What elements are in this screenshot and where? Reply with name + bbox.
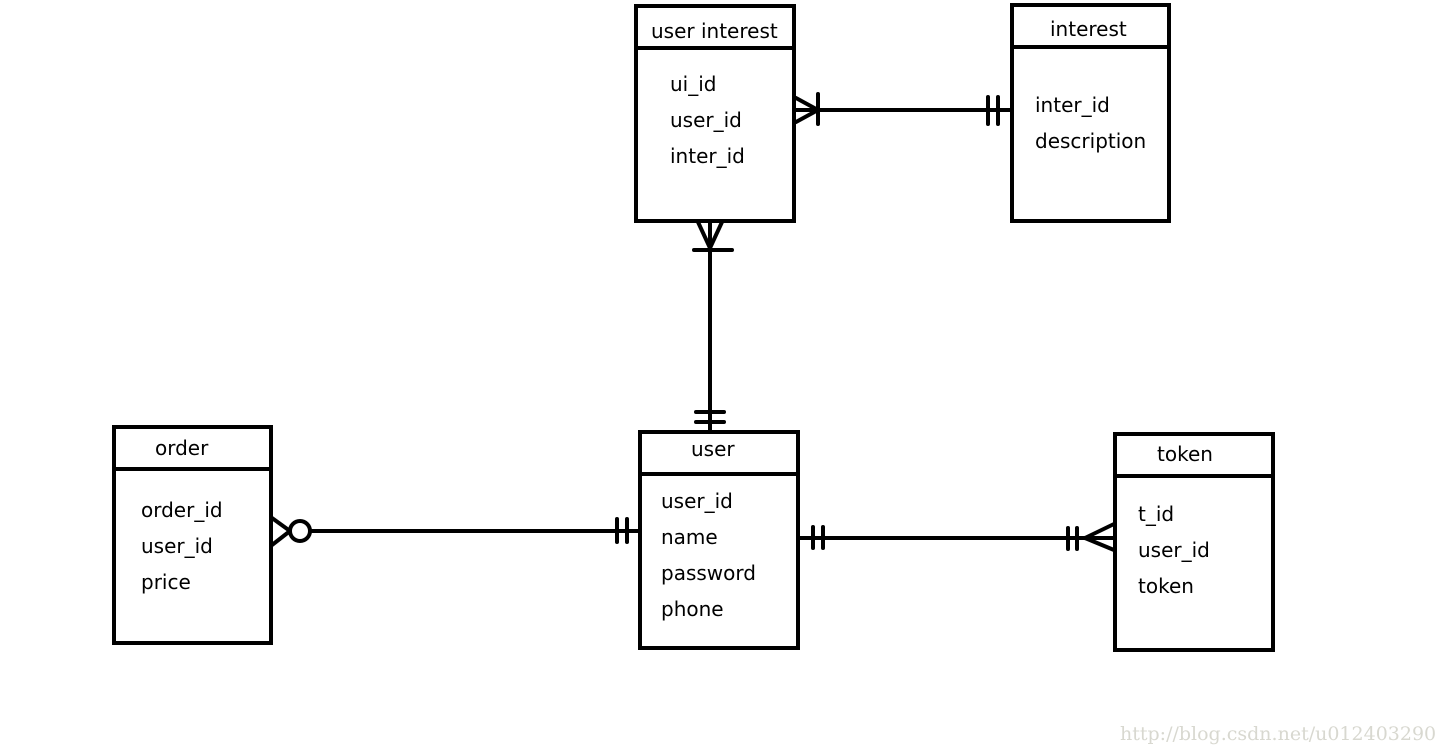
attribute: price xyxy=(141,570,191,594)
attribute: inter_id xyxy=(670,144,745,168)
entity-user-interest[interactable]: user interest ui_id user_id inter_id xyxy=(634,4,796,223)
attribute: t_id xyxy=(1138,502,1174,526)
entity-order[interactable]: order order_id user_id price xyxy=(112,425,273,645)
relationship-user-token xyxy=(798,522,1117,552)
attribute: ui_id xyxy=(670,72,716,96)
entity-title: user xyxy=(691,437,735,461)
attribute: user_id xyxy=(661,489,733,513)
relationship-userinterest-user xyxy=(692,220,734,434)
entity-interest[interactable]: interest inter_id description xyxy=(1010,3,1171,223)
attribute: inter_id xyxy=(1035,93,1110,117)
attribute: name xyxy=(661,525,718,549)
entity-user[interactable]: user user_id name password phone xyxy=(638,430,800,650)
entity-title: token xyxy=(1157,442,1213,466)
attribute: order_id xyxy=(141,498,223,522)
attribute: phone xyxy=(661,597,724,621)
attribute: description xyxy=(1035,129,1146,153)
attribute: user_id xyxy=(141,534,213,558)
relationship-userinterest-interest xyxy=(794,92,1014,126)
entity-title: order xyxy=(155,436,209,460)
relationship-order-user xyxy=(270,516,642,547)
watermark: http://blog.csdn.net/u012403290 xyxy=(1120,723,1436,745)
attribute: user_id xyxy=(1138,538,1210,562)
entity-token[interactable]: token t_id user_id token xyxy=(1113,432,1275,652)
attribute: password xyxy=(661,561,756,585)
entity-title: interest xyxy=(1050,17,1127,41)
attribute: user_id xyxy=(670,108,742,132)
er-diagram: user interest ui_id user_id inter_id int… xyxy=(112,3,1436,745)
entity-title: user interest xyxy=(651,19,778,43)
attribute: token xyxy=(1138,574,1194,598)
